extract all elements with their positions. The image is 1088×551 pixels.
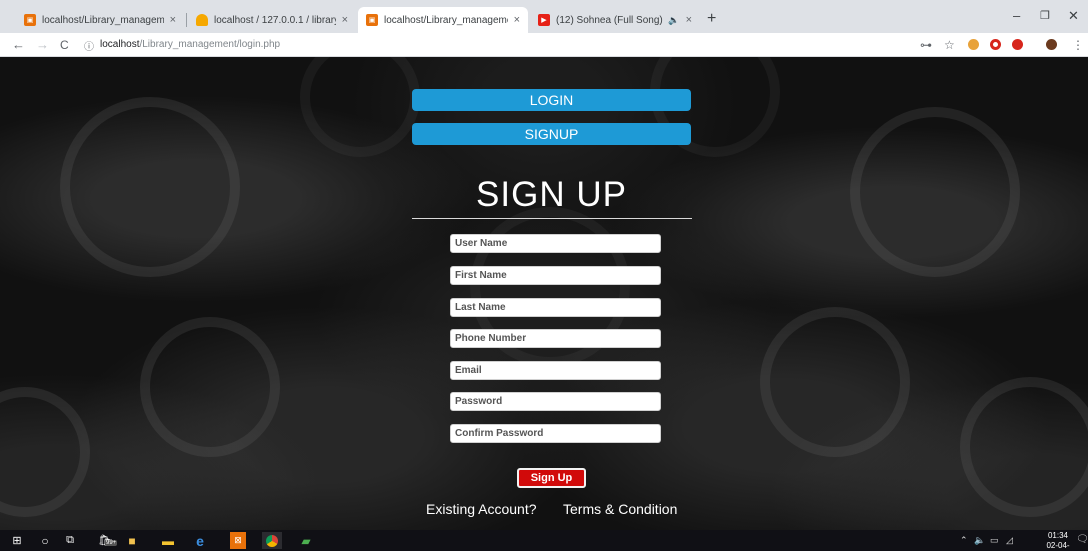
task-view-icon[interactable]: ⧉ bbox=[62, 532, 78, 549]
sign-up-submit-button[interactable]: Sign Up bbox=[517, 468, 586, 488]
page-icon: ▣ bbox=[24, 14, 36, 26]
browser-toolbar: ← → C ⓘ localhost/Library_management/log… bbox=[0, 33, 1088, 57]
window-close-button[interactable]: ✕ bbox=[1068, 8, 1079, 24]
divider bbox=[412, 218, 692, 219]
avatar[interactable] bbox=[1046, 39, 1057, 50]
tab-phpmyadmin[interactable]: localhost / 127.0.0.1 / library / re × bbox=[188, 7, 356, 33]
opera-icon[interactable] bbox=[990, 39, 1001, 50]
youtube-icon: ▶ bbox=[538, 14, 550, 26]
store-badge: 99+ bbox=[105, 540, 118, 546]
clock[interactable]: 01:34 02-04-2019 bbox=[1040, 531, 1076, 551]
email-input[interactable] bbox=[450, 361, 661, 380]
signup-button[interactable]: SIGNUP bbox=[412, 123, 691, 145]
search-icon[interactable]: ○ bbox=[38, 532, 52, 549]
password-input[interactable] bbox=[450, 392, 661, 411]
terms-link[interactable]: Terms & Condition bbox=[563, 501, 677, 517]
star-icon[interactable]: ☆ bbox=[944, 37, 955, 53]
network-icon[interactable]: ◿ bbox=[1006, 535, 1013, 546]
edge-icon[interactable]: e bbox=[192, 532, 208, 549]
decor-swirl bbox=[960, 377, 1088, 517]
decor-swirl bbox=[850, 107, 1020, 277]
menu-icon[interactable]: ⋮ bbox=[1072, 37, 1084, 53]
forward-button[interactable]: → bbox=[36, 37, 49, 53]
page-icon: ▣ bbox=[366, 14, 378, 26]
username-input[interactable] bbox=[450, 234, 661, 253]
page-background: LOGIN SIGNUP SIGN UP Sign Up Existing Ac… bbox=[0, 57, 1088, 530]
tab-separator bbox=[186, 13, 187, 27]
bag-icon[interactable]: ■ bbox=[124, 532, 140, 549]
windows-start-icon[interactable]: ⊞ bbox=[10, 532, 24, 549]
xampp-icon[interactable]: ⊠ bbox=[230, 532, 246, 549]
extension-cookie-icon[interactable] bbox=[968, 39, 979, 50]
tab-library-management-active[interactable]: ▣ localhost/Library_management/l × bbox=[358, 7, 528, 33]
new-tab-button[interactable]: + bbox=[707, 11, 716, 27]
first-name-input[interactable] bbox=[450, 266, 661, 285]
phpmyadmin-icon bbox=[196, 14, 208, 26]
chevron-up-icon[interactable]: ⌃ bbox=[960, 535, 968, 546]
volume-icon[interactable]: 🔈 bbox=[974, 535, 985, 546]
login-button[interactable]: LOGIN bbox=[412, 89, 691, 111]
reload-button[interactable]: C bbox=[60, 37, 69, 53]
key-icon[interactable]: ⊶ bbox=[920, 37, 932, 53]
existing-account-link[interactable]: Existing Account? bbox=[426, 501, 537, 517]
notepad-icon[interactable]: ▰ bbox=[298, 532, 314, 549]
tab-library-management-1[interactable]: ▣ localhost/Library_management/l × bbox=[16, 7, 184, 33]
file-explorer-icon[interactable]: ▬ bbox=[160, 532, 176, 549]
adblock-icon[interactable] bbox=[1012, 39, 1023, 50]
tab-youtube[interactable]: ▶ (12) Sohnea (Full Song) | Mi 🔈 × bbox=[530, 7, 700, 33]
decor-swirl bbox=[140, 317, 280, 457]
info-icon[interactable]: ⓘ bbox=[84, 38, 94, 53]
decor-swirl bbox=[300, 57, 420, 157]
confirm-password-input[interactable] bbox=[450, 424, 661, 443]
store-icon[interactable]: 🛍99+ bbox=[93, 532, 118, 549]
browser-tab-strip: ▣ localhost/Library_management/l × local… bbox=[0, 0, 1088, 33]
address-bar[interactable]: localhost/Library_management/login.php bbox=[100, 39, 280, 50]
close-icon[interactable]: × bbox=[514, 14, 520, 26]
speaker-icon[interactable]: 🔈 bbox=[668, 15, 679, 26]
close-icon[interactable]: × bbox=[686, 14, 692, 26]
maximize-button[interactable]: ❐ bbox=[1040, 9, 1050, 22]
phone-number-input[interactable] bbox=[450, 329, 661, 348]
decor-swirl bbox=[60, 97, 240, 277]
back-button[interactable]: ← bbox=[12, 37, 25, 53]
windows-taskbar: ⊞ ○ ⧉ 🛍99+ ■ ▬ e ⊠ ▰ ⌃ 🔈 ▭ ◿ 01:34 02-04… bbox=[0, 530, 1088, 551]
decor-swirl bbox=[760, 307, 910, 457]
page-title: SIGN UP bbox=[476, 175, 627, 214]
battery-icon[interactable]: ▭ bbox=[990, 535, 999, 546]
minimize-button[interactable]: – bbox=[1013, 8, 1020, 23]
close-icon[interactable]: × bbox=[342, 14, 348, 26]
close-icon[interactable]: × bbox=[170, 14, 176, 26]
decor-swirl bbox=[0, 387, 90, 517]
chrome-icon[interactable] bbox=[262, 532, 282, 549]
last-name-input[interactable] bbox=[450, 298, 661, 317]
notification-icon[interactable]: 🗨 bbox=[1076, 534, 1088, 545]
